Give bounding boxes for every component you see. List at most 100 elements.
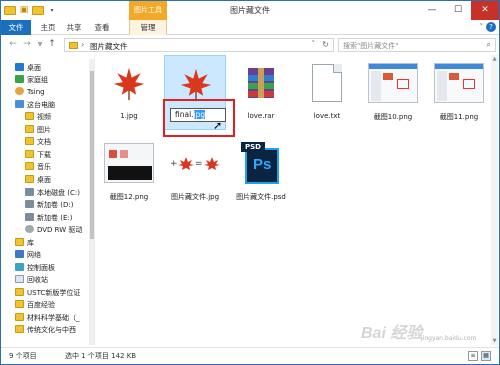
nav-item[interactable]: USTC新版学位证 [1, 288, 94, 299]
expand-ribbon-icon[interactable]: ˅ [480, 23, 484, 31]
nav-item[interactable]: 库 [1, 238, 94, 249]
tab-manage[interactable]: 管理 [129, 20, 167, 35]
details-view-icon[interactable]: ≡ [468, 351, 478, 361]
search-icon[interactable]: ⌕ [487, 40, 491, 50]
nav-item[interactable]: 百度经验 [1, 300, 94, 311]
breadcrumb[interactable]: 图片藏文件 [90, 41, 128, 52]
folder-icon [25, 137, 34, 145]
new-folder-icon[interactable] [32, 4, 44, 16]
customize-toolbar-icon[interactable]: ▾ [46, 4, 58, 16]
file-item[interactable]: 截图12.png [98, 135, 160, 210]
file-name: 截图12.png [109, 193, 149, 201]
minimize-button[interactable]: — [419, 1, 445, 20]
back-button[interactable]: ← [7, 39, 19, 50]
nav-item-label: 本地磁盘 (C:) [37, 189, 80, 197]
mouse-cursor-icon: ➚ [213, 119, 223, 132]
scroll-up-icon[interactable]: ▲ [491, 55, 498, 63]
nav-item[interactable]: 下载 [1, 150, 94, 161]
watermark-logo: Bai 经验 [361, 325, 423, 342]
folder-icon [25, 162, 34, 170]
ribbon-tabs: 文件 主页 共享 查看 管理 ˅ ? [1, 20, 499, 35]
tab-share[interactable]: 共享 [63, 20, 85, 35]
nav-item-label: USTC新版学位证 [27, 289, 81, 297]
nav-item[interactable]: 桌面 [1, 63, 94, 74]
properties-icon[interactable]: ▣ [18, 4, 30, 16]
recent-locations-icon[interactable]: ▼ [34, 39, 46, 50]
picture-tools-tab: 图片工具 [129, 1, 167, 20]
file-item[interactable]: 截图11.png [428, 55, 490, 130]
image-thumbnail: + = [168, 137, 222, 189]
nav-item[interactable]: 回收站 [1, 275, 94, 286]
tab-home[interactable]: 主页 [37, 20, 59, 35]
file-item[interactable]: Ps PSD 图片藏文件.psd [230, 135, 292, 210]
nav-item[interactable]: 视频 [1, 112, 94, 123]
file-item[interactable]: 1.jpg [98, 55, 160, 130]
nav-item[interactable]: 文档 [1, 137, 94, 148]
drive-icon [25, 188, 34, 196]
nav-item[interactable]: 新加卷 (E:) [1, 213, 94, 224]
folder-icon [15, 300, 24, 308]
nav-item-label: 库 [27, 239, 34, 247]
folder-icon [25, 125, 34, 133]
nav-item[interactable]: 音乐 [1, 162, 94, 173]
watermark-url: jingyan.baidu.com [421, 335, 477, 342]
item-count: 9 个项目 [9, 352, 37, 360]
computer-icon [15, 100, 24, 108]
image-thumbnail [102, 57, 156, 109]
address-dropdown-icon[interactable]: ˅ [312, 40, 316, 48]
nav-item[interactable]: 图片 [1, 125, 94, 136]
nav-item-label: 材料科学基础（_ [27, 314, 80, 322]
nav-item-label: Tsing [27, 88, 45, 96]
maximize-button[interactable]: ☐ [445, 1, 471, 20]
user-icon [15, 87, 24, 95]
nav-item[interactable]: 桌面 [1, 175, 94, 186]
file-item[interactable]: + = 图片藏文件.jpg [164, 135, 226, 210]
image-thumbnail [169, 58, 223, 110]
folder-icon[interactable] [4, 4, 16, 16]
nav-item-label: 新加卷 (D:) [37, 201, 74, 209]
nav-item[interactable]: 这台电脑 [1, 100, 94, 111]
file-item[interactable]: 截图10.png [362, 55, 424, 130]
forward-button[interactable]: → [21, 39, 33, 50]
nav-item[interactable]: 本地磁盘 (C:) [1, 188, 94, 199]
file-name: 1.jpg [120, 112, 138, 120]
file-item[interactable]: love.txt [296, 55, 358, 130]
nav-item-label: 音乐 [37, 163, 51, 171]
tab-view[interactable]: 查看 [91, 20, 113, 35]
large-icons-view-icon[interactable]: ▦ [481, 351, 491, 361]
library-icon [15, 238, 24, 246]
nav-item[interactable]: 材料科学基础（_ [1, 313, 94, 324]
nav-item[interactable]: 家庭组 [1, 75, 94, 86]
nav-item[interactable]: 控制面板 [1, 263, 94, 274]
content-scrollbar[interactable]: ▲ ▼ [491, 55, 498, 345]
refresh-icon[interactable]: ↻ [322, 40, 329, 49]
up-button[interactable]: ↑ [46, 39, 58, 50]
file-list: 1.jpg love.rar love.txt 截图10.png 截图11.png 截图1… [98, 55, 490, 345]
nav-scrollbar-thumb[interactable] [90, 71, 94, 239]
photoshop-file-icon: Ps PSD [234, 137, 288, 189]
close-button[interactable]: ✕ [471, 1, 499, 20]
address-bar[interactable]: › 图片藏文件 ˅ ↻ [64, 38, 334, 52]
nav-item[interactable]: Tsing [1, 87, 94, 98]
svg-text:=: = [195, 159, 203, 169]
rename-selected-text: jpg [193, 110, 206, 119]
search-input[interactable]: 搜索"图片藏文件" ⌕ [338, 38, 496, 52]
nav-item-label: 下载 [37, 151, 51, 159]
rename-text: final. [175, 110, 194, 119]
file-name: 截图11.png [439, 113, 479, 121]
nav-item[interactable]: 新加卷 (D:) [1, 200, 94, 211]
file-name: 截图10.png [373, 113, 413, 121]
help-icon[interactable]: ? [486, 22, 496, 32]
nav-item[interactable]: 网络 [1, 250, 94, 261]
disc-icon [25, 225, 34, 233]
scroll-down-icon[interactable]: ▼ [491, 337, 498, 345]
file-name: love.rar [247, 112, 275, 120]
nav-item[interactable]: 传统文化与中西 [1, 325, 94, 336]
file-item[interactable]: love.rar [230, 55, 292, 130]
tab-file[interactable]: 文件 [1, 20, 31, 35]
nav-item-label: DVD RW 驱动 [37, 226, 83, 234]
drive-icon [25, 213, 34, 221]
nav-scrollbar[interactable] [89, 59, 94, 345]
nav-item-label: 这台电脑 [27, 101, 55, 109]
nav-item[interactable]: DVD RW 驱动 [1, 225, 94, 236]
